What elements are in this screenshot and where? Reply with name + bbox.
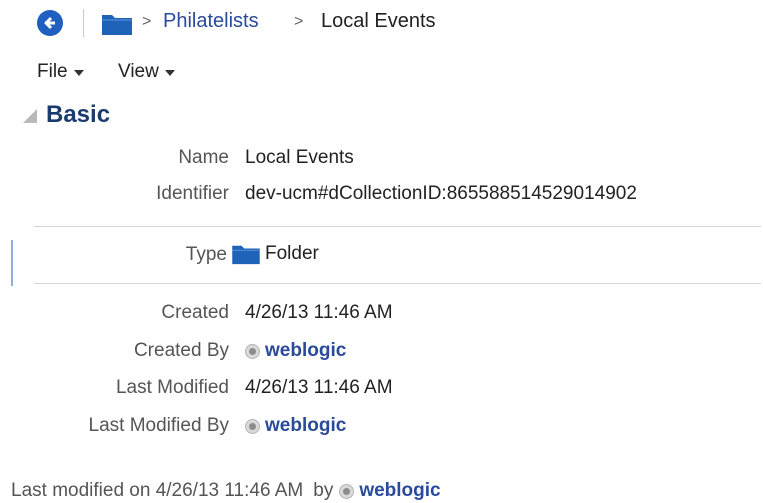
- created-by-user-link[interactable]: weblogic: [265, 340, 346, 362]
- last-modified-by-value: weblogic: [245, 415, 346, 437]
- divider: [34, 283, 761, 284]
- file-menu-label: File: [37, 61, 68, 82]
- type-value-text: Folder: [265, 243, 319, 264]
- last-modified-footer: Last modified on 4/26/13 11:46 AM by web…: [11, 480, 441, 502]
- chevron-down-icon: [164, 70, 175, 76]
- view-menu[interactable]: View: [118, 61, 175, 83]
- last-modified-label: Last Modified: [115, 377, 229, 398]
- footer-text: Last modified on 4/26/13 11:46 AM: [11, 480, 304, 501]
- breadcrumb-separator: >: [142, 13, 152, 30]
- breadcrumb-separator: >: [294, 13, 304, 30]
- created-label: Created: [161, 302, 229, 323]
- last-modified-by-user-link[interactable]: weblogic: [265, 415, 346, 437]
- last-modified-by-label: Last Modified By: [88, 415, 229, 436]
- arrow-left-icon: [44, 16, 55, 30]
- footer-user-link[interactable]: weblogic: [359, 480, 440, 502]
- back-button[interactable]: [37, 10, 63, 36]
- toolbar-separator: [83, 9, 84, 37]
- created-value: 4/26/13 11:46 AM: [245, 302, 393, 323]
- file-menu[interactable]: File: [37, 61, 84, 83]
- type-label: Type: [185, 244, 227, 265]
- type-value: Folder: [231, 243, 319, 265]
- last-modified-value: 4/26/13 11:46 AM: [245, 377, 393, 398]
- chevron-down-icon: [73, 70, 84, 76]
- section-title: Basic: [46, 101, 111, 128]
- created-by-value: weblogic: [245, 340, 346, 362]
- collapse-triangle-icon[interactable]: [23, 109, 37, 123]
- breadcrumb-link-philatelists[interactable]: Philatelists: [163, 10, 259, 33]
- folder-icon[interactable]: [101, 12, 133, 36]
- breadcrumb-current: Local Events: [321, 10, 436, 32]
- user-icon: [245, 343, 260, 359]
- footer-by: by: [313, 480, 334, 501]
- view-menu-label: View: [118, 61, 159, 82]
- identifier-label: Identifier: [156, 183, 229, 204]
- user-icon: [245, 418, 260, 434]
- folder-icon: [232, 245, 260, 265]
- divider: [34, 226, 761, 227]
- name-label: Name: [178, 147, 229, 168]
- user-icon: [339, 483, 355, 499]
- created-by-label: Created By: [133, 340, 229, 361]
- name-value: Local Events: [245, 147, 354, 168]
- identifier-value: dev-ucm#dCollectionID:865588514529014902: [245, 183, 637, 204]
